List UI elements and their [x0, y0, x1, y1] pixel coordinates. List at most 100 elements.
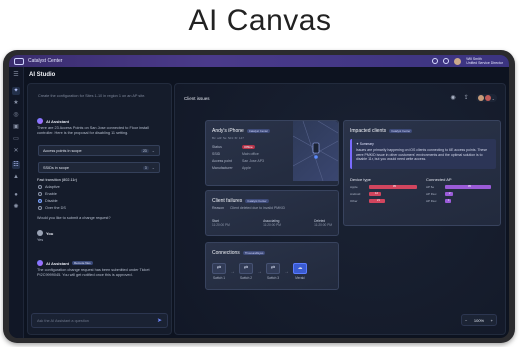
node-label: Meraki [295, 276, 305, 280]
chevron-down-icon: ⌄ [151, 165, 155, 170]
source-tag: ThousandEyes [242, 251, 266, 255]
switch-icon: ⇄ [212, 263, 226, 274]
access-points-select[interactable]: Access points in scope 23 ⌄ [38, 145, 160, 156]
client-issues-canvas[interactable]: Client issues ◉ ⇪ ⌄ Andy's iPhone Cataly… [174, 83, 506, 335]
bar-fill: 1 [445, 199, 451, 203]
settings-icon[interactable]: ✺ [12, 203, 20, 211]
summary-label-text: Summary [359, 142, 374, 146]
select-label: Access points in scope [43, 148, 82, 153]
studio-title: AI Studio [29, 71, 56, 78]
radio-label: Disable [45, 199, 58, 203]
chart-icon[interactable]: ▲ [12, 173, 20, 181]
collaborators[interactable]: ⌄ [475, 94, 497, 102]
row-value: Main office [242, 152, 259, 156]
user-org: Unified Service Director [466, 61, 503, 65]
ap-bar: AP Flex 1 [426, 199, 451, 203]
device-type-bar: Apple 95 [350, 185, 417, 189]
ask-input[interactable]: Ask the AI Assistant a question ➤ [31, 313, 168, 328]
assistant-name: AI Assistant [46, 118, 69, 124]
menu-icon[interactable]: ☰ [12, 71, 20, 79]
radio-disable[interactable]: Disable [38, 199, 58, 203]
bar-value: 21 [377, 199, 380, 202]
comment-icon[interactable]: ◉ [450, 95, 457, 102]
radio-icon [38, 192, 42, 196]
node-switch-1[interactable]: ⇄ Switch 1 [212, 263, 226, 280]
user-avatar[interactable] [454, 57, 462, 65]
connected-ap-header: Connected AP [426, 177, 452, 182]
zoom-in-button[interactable]: + [491, 318, 493, 323]
node-switch-2[interactable]: ⇄ Switch 2 [239, 263, 253, 280]
summary-label: ✦ Summary [356, 142, 374, 146]
ask-placeholder: Ask the AI Assistant a question [37, 318, 89, 323]
connections-card[interactable]: Connections ThousandEyes ⇄ Switch 1 → ⇄ Sw… [205, 242, 339, 290]
assistant-header: AI Assistant [37, 118, 69, 124]
row-value: Client deleted due to invalid PMKID [230, 206, 286, 210]
help-icon[interactable] [432, 58, 439, 64]
studio-header: AI Studio [23, 67, 509, 82]
bar-value: 95 [393, 185, 396, 188]
intro-prompt: Create the configuration for Sites 1-10 … [38, 94, 146, 98]
bar-label: Apple [350, 185, 358, 189]
device-mac: Bc: a4f: 5e: 5d1: 6f: 147 [212, 136, 244, 140]
radio-adaptive[interactable]: Adaptive [38, 185, 60, 189]
node-label: Switch 2 [239, 276, 253, 280]
select-count: 3 [142, 165, 149, 170]
bar-value: 2 [449, 192, 451, 195]
event-associating: Associating 11:20:00 PM [263, 219, 281, 227]
floor-map[interactable] [293, 121, 338, 181]
row-value: San Jose AP3 [242, 159, 264, 163]
bar-value: 1 [448, 199, 450, 202]
user-info: Will Smith Unified Service Director [466, 57, 503, 65]
event-time: 11:20:00 PM [212, 223, 230, 227]
event-deleted: Deleted 11:20:00 PM [314, 219, 332, 227]
bar-value: 12 [375, 192, 378, 195]
node-label: Switch 3 [266, 276, 280, 280]
send-icon[interactable]: ➤ [157, 317, 162, 324]
canvas-toolbar: ◉ ⇪ ⌄ [450, 94, 497, 102]
user-avatar-icon [37, 230, 43, 236]
ai-studio-icon[interactable]: ✦ [12, 87, 20, 95]
node-label: Switch 1 [212, 276, 226, 280]
lock-icon[interactable]: ▣ [12, 123, 20, 131]
share-icon[interactable]: ⇪ [463, 95, 470, 102]
row-key: Status [212, 145, 222, 149]
cloud-icon: ☁ [293, 263, 307, 274]
client-failures-card[interactable]: Client failures Catalyst Center Reason Cl… [205, 190, 339, 236]
list-icon[interactable]: ☷ [12, 161, 20, 169]
node-switch-3[interactable]: ⇄ Switch 3 [266, 263, 280, 280]
ssid-row: SSID Main office [212, 152, 259, 156]
floor-map-graphic [293, 121, 338, 181]
bar-label: Android [350, 192, 361, 196]
summary-box: ✦ Summary Issues are primarily happening… [350, 139, 496, 169]
globe-icon[interactable]: ◎ [12, 111, 20, 119]
you-label: You [46, 230, 54, 236]
device-name: Andy's iPhone [212, 128, 244, 134]
row-key: SSID [212, 152, 221, 156]
shield-icon[interactable]: ● [12, 191, 20, 199]
connections-title: Connections [212, 250, 240, 256]
radio-enable[interactable]: Enable [38, 192, 57, 196]
node-meraki[interactable]: ☁ Meraki [293, 263, 307, 280]
canvas-title: Client issues [184, 96, 210, 101]
notification-icon[interactable] [443, 58, 450, 64]
impacted-clients-card[interactable]: Impacted clients Catalyst Center ✦ Summa… [343, 120, 501, 226]
device-card[interactable]: Andy's iPhone Catalyst Center Bc: a4f: 5… [205, 120, 339, 186]
star-icon[interactable]: ★ [12, 99, 20, 107]
row-key: Reason [212, 206, 225, 210]
radio-icon [38, 206, 42, 210]
zoom-out-button[interactable]: − [465, 318, 467, 323]
monitor-icon[interactable]: ▭ [12, 135, 20, 143]
tools-icon[interactable]: ✕ [12, 147, 20, 155]
device-type-bar: Other 21 [350, 199, 385, 203]
impacted-card-title: Impacted clients Catalyst Center [350, 128, 413, 134]
row-key: Manufacturer [212, 166, 233, 170]
radio-label: Enable [45, 192, 57, 196]
device-type-bar: Android 12 [350, 192, 381, 196]
assistant-message: There are 23 Access Points on San Jose c… [37, 126, 149, 135]
radio-over-the-ds[interactable]: Over the DS [38, 206, 66, 210]
radio-selected-icon [38, 199, 42, 203]
cisco-logo-icon [14, 57, 24, 65]
ssids-select[interactable]: SSIDs in scope 3 ⌄ [38, 162, 160, 173]
event-time: 11:20:00 PM [314, 223, 332, 227]
failure-timeline: Start 11:20:00 PM Associating 11:20:00 PM … [212, 219, 332, 227]
